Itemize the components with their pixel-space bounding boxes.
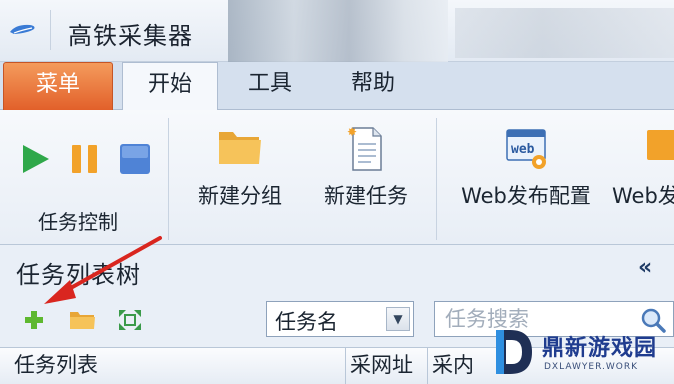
task-control-group-label: 任务控制 bbox=[38, 210, 118, 234]
new-document-icon: ✸ bbox=[347, 125, 382, 171]
column-header-task-list[interactable]: 任务列表 bbox=[0, 348, 346, 384]
annotation-arrow bbox=[44, 236, 162, 304]
watermark-logo-icon bbox=[496, 330, 532, 374]
new-group-button[interactable]: 新建分组 bbox=[184, 116, 296, 236]
play-icon[interactable] bbox=[18, 142, 52, 176]
web-config-icon: web bbox=[506, 129, 546, 169]
ribbon: 任务控制 新建分组 ✸ 新建任务 web Web发布配置 Web发 bbox=[0, 110, 674, 245]
watermark-text: 鼎新游戏园 bbox=[542, 336, 658, 361]
watermark-subtext: DXLAWYER.WORK bbox=[544, 362, 638, 372]
blurred-region bbox=[455, 8, 674, 58]
chevron-down-icon[interactable]: ▼ bbox=[386, 307, 410, 331]
new-task-button[interactable]: ✸ 新建任务 bbox=[310, 116, 422, 236]
stop-icon[interactable] bbox=[118, 142, 152, 176]
filter-select[interactable]: 任务名 ▼ bbox=[266, 301, 414, 337]
ribbon-separator bbox=[168, 118, 169, 240]
svg-text:web: web bbox=[511, 142, 535, 157]
tab-menu[interactable]: 菜单 bbox=[3, 62, 113, 110]
web-config-icon bbox=[647, 130, 674, 160]
web-publish-partial-label: Web发 bbox=[612, 184, 674, 208]
app-title: 高铁采集器 bbox=[68, 22, 193, 50]
tab-tools[interactable]: 工具 bbox=[230, 62, 310, 110]
blurred-region bbox=[228, 0, 448, 62]
title-separator bbox=[50, 10, 51, 50]
title-bar: 高铁采集器 bbox=[0, 0, 674, 62]
column-header-collect-content[interactable]: 采内 bbox=[428, 348, 488, 384]
svg-text:✸: ✸ bbox=[347, 125, 357, 139]
tab-start[interactable]: 开始 bbox=[122, 62, 218, 111]
filter-select-value: 任务名 bbox=[275, 310, 338, 334]
column-header-collect-url[interactable]: 采网址 bbox=[346, 348, 428, 384]
new-group-label: 新建分组 bbox=[198, 184, 282, 208]
web-publish-config-label: Web发布配置 bbox=[461, 184, 591, 208]
watermark: 鼎新游戏园 DXLAWYER.WORK bbox=[490, 320, 674, 384]
pause-icon[interactable] bbox=[68, 142, 102, 176]
tab-help[interactable]: 帮助 bbox=[330, 62, 416, 110]
web-publish-config-button[interactable]: web Web发布配置 bbox=[450, 116, 602, 236]
web-publish-button-partial[interactable]: Web发 bbox=[612, 116, 674, 236]
ribbon-tab-row: 菜单 开始 工具 帮助 bbox=[0, 62, 674, 111]
app-logo-icon bbox=[10, 24, 35, 34]
folder-icon bbox=[219, 132, 261, 164]
ribbon-separator bbox=[436, 118, 437, 240]
new-task-label: 新建任务 bbox=[324, 184, 408, 208]
collapse-button[interactable]: « bbox=[638, 255, 652, 280]
